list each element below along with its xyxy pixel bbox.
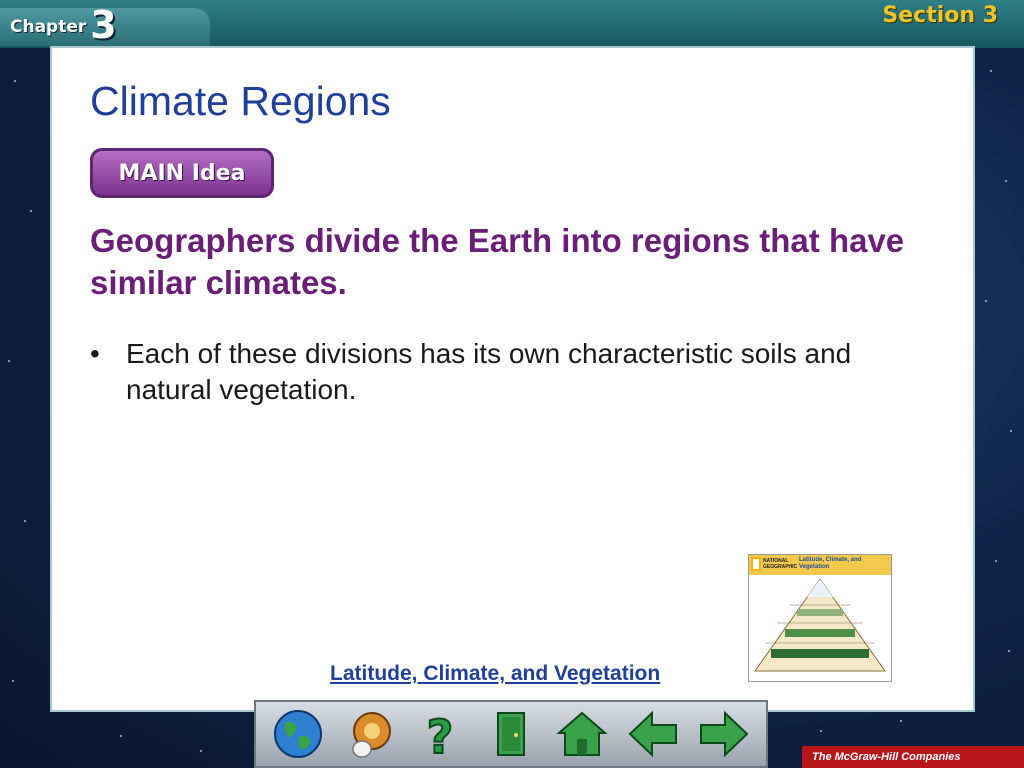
exit-door-icon: [496, 712, 525, 756]
reference-button[interactable]: [339, 706, 399, 762]
thumbnail-title: Latitude, Climate, and Vegetation: [799, 557, 862, 570]
back-button[interactable]: [623, 706, 683, 762]
bullet-list: • Each of these divisions has its own ch…: [90, 336, 910, 408]
main-idea-badge-label: MAIN Idea: [118, 160, 246, 186]
reference-icon: [351, 712, 391, 758]
back-arrow-icon: [628, 710, 678, 758]
chapter-number: 3: [90, 3, 117, 47]
globe-icon: [273, 710, 322, 758]
navigation-toolbar: ?: [254, 700, 768, 768]
bullet-text: Each of these divisions has its own char…: [126, 338, 852, 405]
header-bar: Chapter 3 Section 3: [0, 0, 1024, 48]
help-button[interactable]: ?: [410, 706, 470, 762]
bullet-item: • Each of these divisions has its own ch…: [90, 336, 910, 408]
climate-pyramid-illustration: [754, 578, 886, 672]
national-geographic-logo: [751, 557, 761, 571]
home-button[interactable]: [552, 706, 612, 762]
vegetation-diagram-thumbnail[interactable]: NATIONAL GEOGRAPHIC Latitude, Climate, a…: [748, 554, 892, 682]
forward-arrow-icon: [700, 710, 749, 758]
globe-button[interactable]: [268, 706, 328, 762]
slide-content: Climate Regions MAIN Idea Geographers di…: [50, 46, 975, 712]
chapter-tab: Chapter 3: [0, 3, 210, 47]
section-label: Section 3: [882, 3, 998, 28]
thumbnail-header: NATIONAL GEOGRAPHIC Latitude, Climate, a…: [749, 555, 891, 575]
thumbnail-brand: NATIONAL GEOGRAPHIC: [763, 558, 798, 570]
publisher-logo: The McGraw-Hill Companies: [802, 746, 1024, 768]
latitude-climate-vegetation-link[interactable]: Latitude, Climate, and Vegetation: [330, 662, 660, 686]
home-icon: [556, 711, 608, 756]
help-icon: ?: [426, 709, 455, 761]
main-idea-statement: Geographers divide the Earth into region…: [90, 222, 905, 301]
forward-button[interactable]: [694, 706, 754, 762]
bullet-dot: •: [90, 338, 100, 369]
svg-text:?: ?: [427, 710, 454, 761]
slide-title: Climate Regions: [90, 78, 391, 124]
chapter-label: Chapter: [10, 17, 87, 37]
main-idea-badge: MAIN Idea: [90, 148, 274, 198]
exit-button[interactable]: [481, 706, 541, 762]
